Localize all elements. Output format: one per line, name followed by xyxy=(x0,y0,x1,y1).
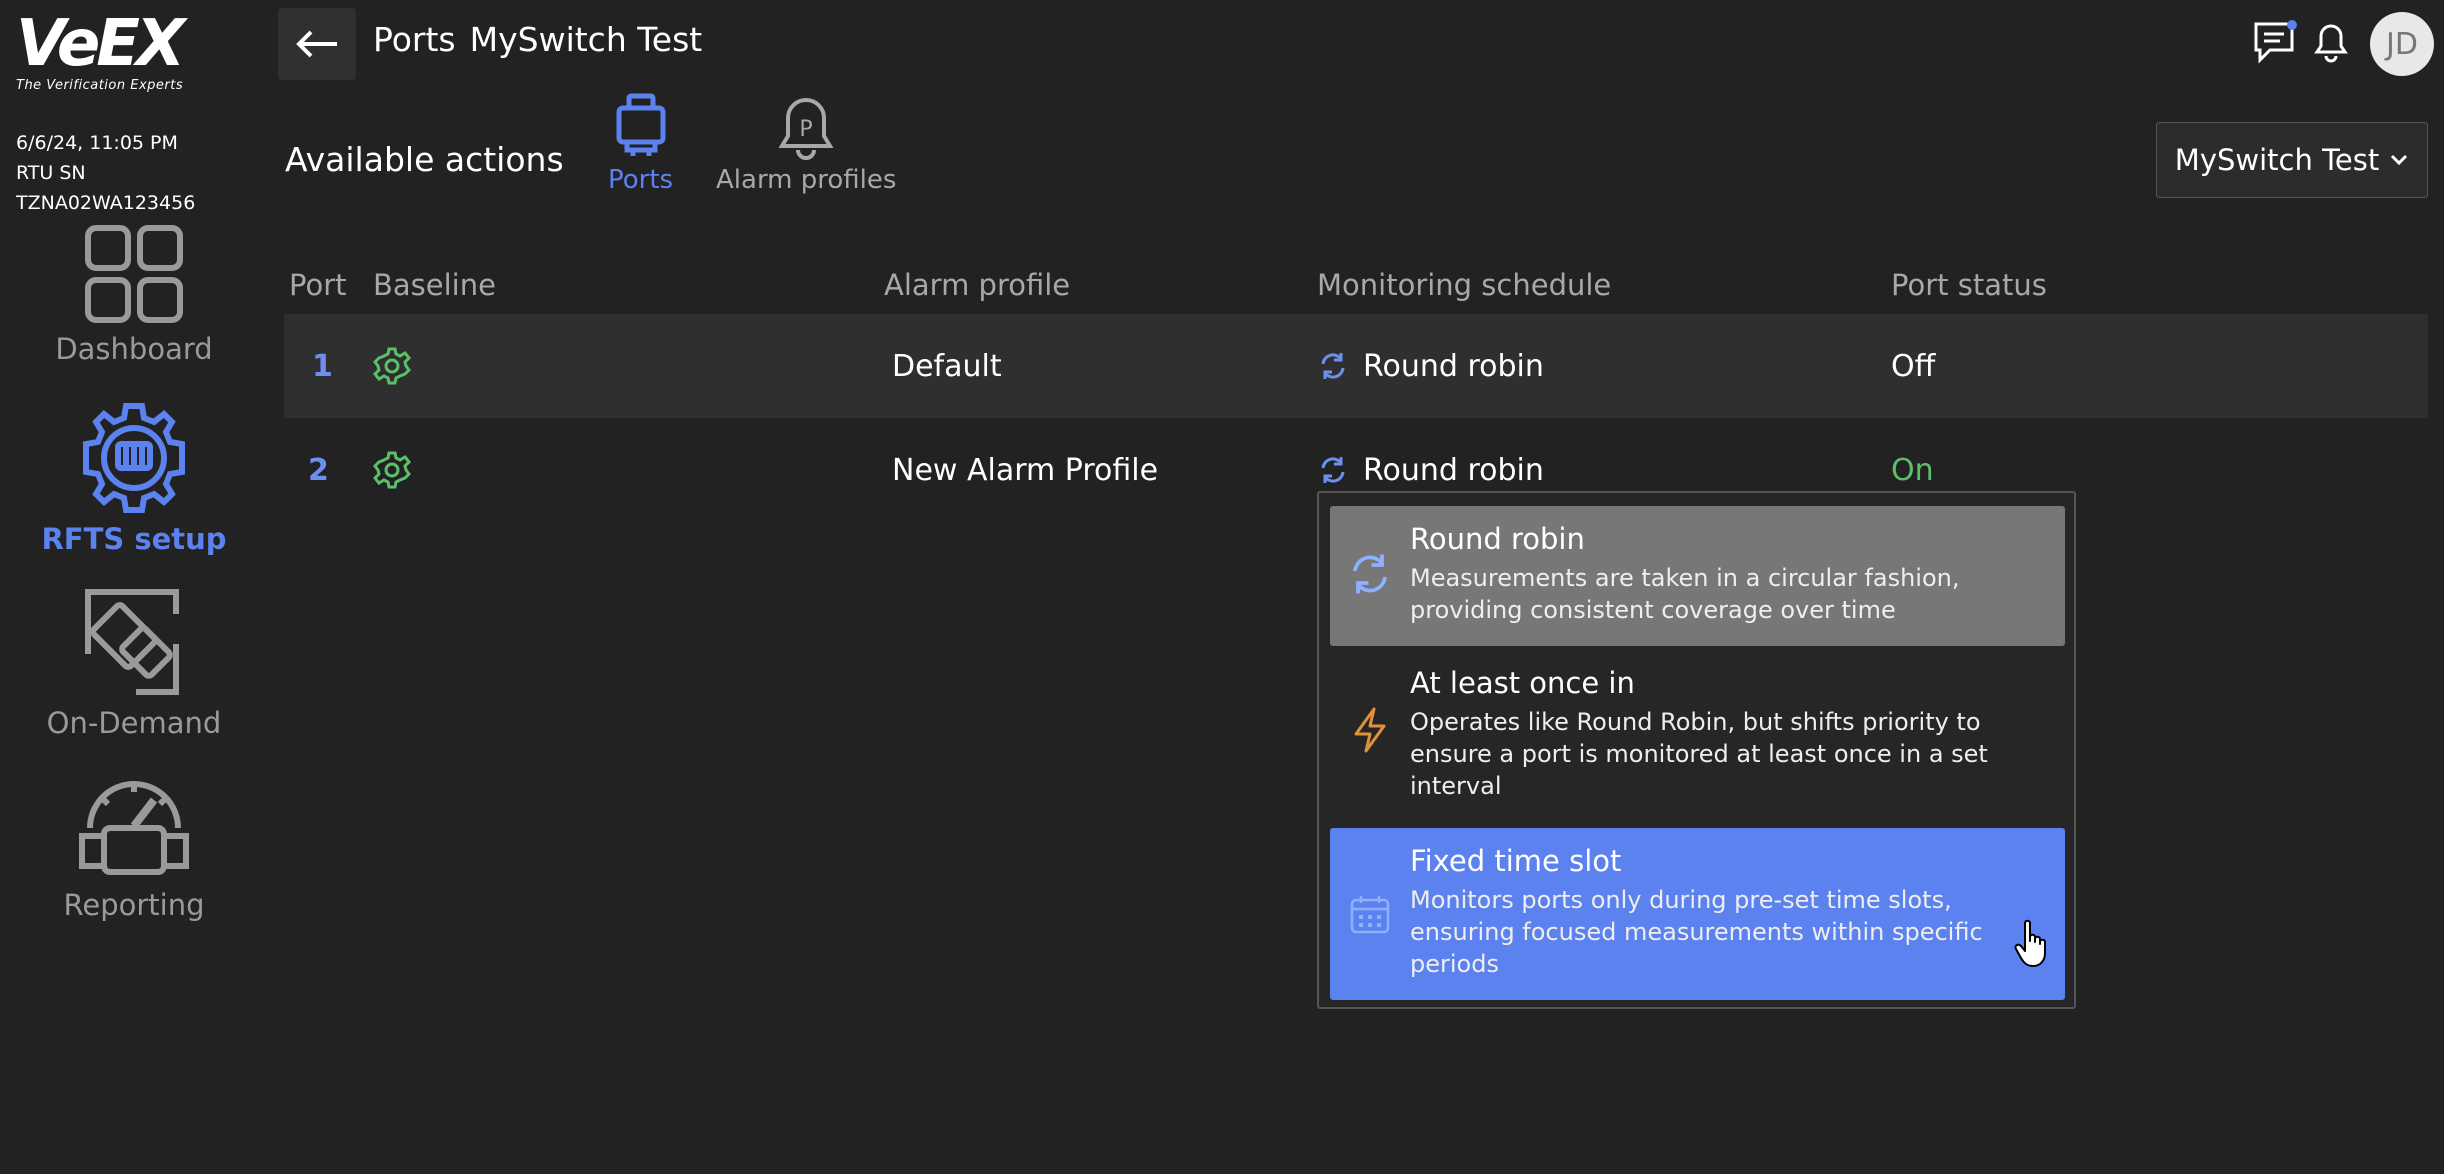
logo-tagline: The Verification Experts xyxy=(16,78,184,93)
bell-icon xyxy=(2314,24,2348,63)
alarm-profile-value[interactable]: Default xyxy=(892,314,1002,418)
option-description: Measurements are taken in a circular fas… xyxy=(1410,564,1960,624)
nav-dashboard[interactable]: Dashboard xyxy=(0,222,268,366)
col-header-port-status: Port status xyxy=(1891,268,2047,302)
on-demand-icon xyxy=(85,589,179,695)
col-header-alarm-profile: Alarm profile xyxy=(884,268,1071,302)
option-fixed-time-slot[interactable]: Fixed time slot Monitors ports only duri… xyxy=(1330,828,2065,1000)
page-title: Ports MySwitch Test xyxy=(373,20,716,59)
table-row[interactable]: 1 Default Round robin Off xyxy=(284,314,2428,418)
veex-logo: VeEX The Verification Experts xyxy=(16,12,206,98)
svg-text:P: P xyxy=(800,117,813,142)
hand-pointer-icon xyxy=(2014,919,2046,967)
back-button[interactable] xyxy=(278,8,356,80)
device-status: 6/6/24, 11:05 PM RTU SN TZNA02WA123456 xyxy=(16,128,268,218)
nav-on-demand[interactable]: On-Demand xyxy=(0,584,268,740)
gauge-icon xyxy=(79,781,189,875)
sidebar: VeEX The Verification Experts 6/6/24, 11… xyxy=(0,0,268,1174)
alarm-bell-icon: P xyxy=(778,98,834,160)
action-ports-label: Ports xyxy=(608,165,674,195)
ethernet-port-icon xyxy=(616,93,666,156)
nav-rfts-setup-label: RFTS setup xyxy=(41,522,227,556)
user-avatar[interactable]: JD xyxy=(2370,12,2434,76)
nav-rfts-setup[interactable]: RFTS setup xyxy=(0,400,268,556)
option-title: Round robin xyxy=(1410,522,1585,556)
port-status[interactable]: Off xyxy=(1891,314,1935,418)
refresh-icon xyxy=(1321,353,1345,379)
calendar-icon xyxy=(1346,890,1394,938)
schedule-text: Round robin xyxy=(1363,348,1544,384)
switch-name: MySwitch Test xyxy=(469,20,703,59)
nav-reporting-label: Reporting xyxy=(63,888,205,922)
nav-dashboard-label: Dashboard xyxy=(55,332,213,366)
col-header-baseline: Baseline xyxy=(373,268,496,302)
option-at-least-once[interactable]: At least once in Operates like Round Rob… xyxy=(1330,650,2065,810)
chevron-down-icon xyxy=(2391,154,2408,166)
col-header-schedule: Monitoring schedule xyxy=(1317,268,1612,302)
col-header-port: Port xyxy=(289,268,347,302)
baseline-button[interactable] xyxy=(372,314,412,418)
notifications-button[interactable] xyxy=(2306,16,2356,68)
switch-selector-value: MySwitch Test xyxy=(2174,143,2380,177)
chat-icon xyxy=(2254,20,2297,64)
port-number: 2 xyxy=(308,452,329,488)
option-round-robin[interactable]: Round robin Measurements are taken in a … xyxy=(1330,506,2065,646)
lightning-icon xyxy=(1346,706,1394,754)
arrow-left-icon xyxy=(296,30,337,58)
rfts-gear-icon xyxy=(83,403,185,513)
baseline-button[interactable] xyxy=(372,418,412,522)
nav-on-demand-label: On-Demand xyxy=(46,706,222,740)
refresh-icon xyxy=(1346,550,1394,598)
alarm-profile-value[interactable]: New Alarm Profile xyxy=(892,418,1158,522)
nav-reporting[interactable]: Reporting xyxy=(0,766,268,922)
schedule-value[interactable]: Round robin xyxy=(1317,314,1544,418)
action-ports[interactable]: Ports xyxy=(608,92,673,196)
switch-selector[interactable]: MySwitch Test xyxy=(2156,122,2428,198)
option-title: Fixed time slot xyxy=(1410,844,1622,878)
messages-button[interactable] xyxy=(2250,16,2300,68)
action-alarm-profiles-label: Alarm profiles xyxy=(716,165,897,195)
action-alarm-profiles[interactable]: P Alarm profiles xyxy=(716,92,896,196)
schedule-dropdown: Round robin Measurements are taken in a … xyxy=(1317,491,2076,1009)
gear-icon xyxy=(372,451,412,489)
datetime-text: 6/6/24, 11:05 PM xyxy=(16,132,178,154)
port-number: 1 xyxy=(312,348,333,384)
option-description: Operates like Round Robin, but shifts pr… xyxy=(1410,708,1988,800)
available-actions-label: Available actions xyxy=(285,140,564,179)
dashboard-icon xyxy=(85,225,183,323)
serial-number: RTU SN TZNA02WA123456 xyxy=(16,162,196,214)
refresh-icon xyxy=(1321,457,1345,483)
option-title: At least once in xyxy=(1410,666,1635,700)
gear-icon xyxy=(372,347,412,385)
section-name: Ports xyxy=(373,20,456,59)
logo-text: VeEX xyxy=(16,7,185,81)
option-description: Monitors ports only during pre-set time … xyxy=(1410,886,1983,978)
schedule-text: Round robin xyxy=(1363,452,1544,488)
